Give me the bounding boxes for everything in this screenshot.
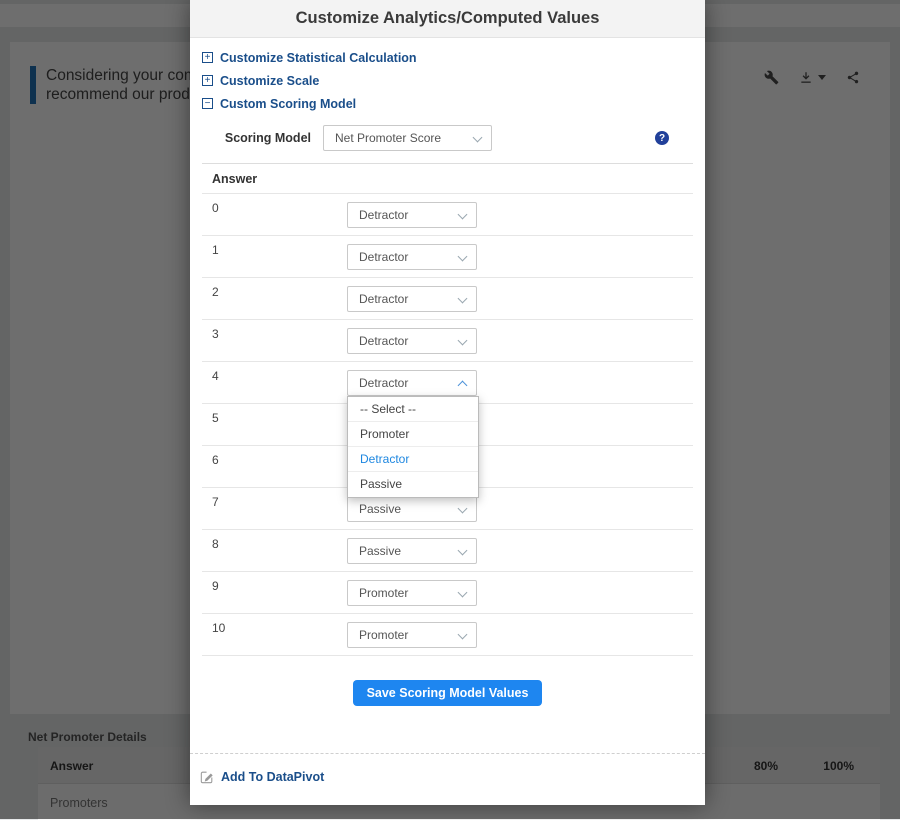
modal-body: Customize Statistical Calculation Custom… (190, 38, 705, 753)
score-select-9[interactable]: Promoter (347, 580, 477, 606)
score-select-2[interactable]: Detractor (347, 286, 477, 312)
score-select-0[interactable]: Detractor (347, 202, 477, 228)
customize-analytics-modal: Customize Analytics/Computed Values Cust… (190, 0, 705, 805)
chevron-down-icon (458, 588, 468, 598)
section-customize-scale[interactable]: Customize Scale (202, 69, 693, 92)
chevron-down-icon (458, 546, 468, 556)
select-value: Passive (359, 502, 401, 516)
answer-number: 5 (212, 411, 219, 425)
section-customize-statistical-calculation[interactable]: Customize Statistical Calculation (202, 46, 693, 69)
chevron-down-icon (458, 294, 468, 304)
answer-number: 10 (212, 621, 225, 635)
chevron-down-icon (458, 630, 468, 640)
option-promoter[interactable]: Promoter (348, 422, 478, 447)
modal-title: Customize Analytics/Computed Values (296, 9, 600, 28)
add-to-datapivot-label: Add To DataPivot (221, 770, 324, 784)
chevron-up-icon (458, 381, 468, 391)
chevron-down-icon (473, 133, 483, 143)
chevron-down-icon (458, 336, 468, 346)
answer-row-9: 9 Promoter (202, 572, 693, 614)
modal-footer: Add To DataPivot (190, 753, 705, 805)
chevron-down-icon (458, 210, 468, 220)
score-select-10[interactable]: Promoter (347, 622, 477, 648)
score-select-8[interactable]: Passive (347, 538, 477, 564)
section-custom-scoring-model[interactable]: Custom Scoring Model (202, 92, 693, 115)
minus-square-icon (202, 98, 213, 109)
score-select-3[interactable]: Detractor (347, 328, 477, 354)
help-icon[interactable]: ? (655, 131, 669, 145)
save-scoring-model-button[interactable]: Save Scoring Model Values (353, 680, 543, 706)
edit-pencil-icon (200, 770, 214, 784)
section-label: Customize Scale (220, 74, 319, 88)
select-value: Detractor (359, 208, 408, 222)
answer-row-10: 10 Promoter (202, 614, 693, 656)
answer-row-0: 0 Detractor (202, 194, 693, 236)
add-to-datapivot-link[interactable]: Add To DataPivot (200, 770, 324, 784)
answer-number: 6 (212, 453, 219, 467)
answer-rows: 0 Detractor 1 Detractor 2 Detractor (202, 194, 693, 656)
option-passive[interactable]: Passive (348, 472, 478, 497)
section-label: Customize Statistical Calculation (220, 51, 417, 65)
answer-column-header: Answer (202, 163, 693, 194)
select-value: Promoter (359, 586, 408, 600)
answer-row-8: 8 Passive (202, 530, 693, 572)
score-select-4-open[interactable]: Detractor (347, 370, 477, 396)
answer-number: 9 (212, 579, 219, 593)
score-select-1[interactable]: Detractor (347, 244, 477, 270)
section-label: Custom Scoring Model (220, 97, 356, 111)
select-value: Passive (359, 544, 401, 558)
select-value: Detractor (359, 292, 408, 306)
chevron-down-icon (458, 252, 468, 262)
answer-number: 0 (212, 201, 219, 215)
score-select-4-options: -- Select -- Promoter Detractor Passive (347, 396, 479, 498)
score-select-7[interactable]: Passive (347, 496, 477, 522)
answer-number: 7 (212, 495, 219, 509)
scoring-model-row: Scoring Model Net Promoter Score ? (202, 125, 693, 151)
answer-number: 2 (212, 285, 219, 299)
select-value: Promoter (359, 628, 408, 642)
plus-square-icon (202, 75, 213, 86)
answer-number: 8 (212, 537, 219, 551)
answer-row-4: 4 Detractor -- Select -- Promoter Detrac… (202, 362, 693, 404)
modal-header: Customize Analytics/Computed Values (190, 0, 705, 38)
plus-square-icon (202, 52, 213, 63)
scoring-model-value: Net Promoter Score (335, 131, 441, 145)
select-value: Detractor (359, 334, 408, 348)
answer-row-2: 2 Detractor (202, 278, 693, 320)
chevron-down-icon (458, 504, 468, 514)
answer-number: 4 (212, 369, 219, 383)
select-value: Detractor (359, 250, 408, 264)
select-value: Detractor (359, 376, 408, 390)
scoring-model-select[interactable]: Net Promoter Score (323, 125, 492, 151)
option-detractor-highlighted[interactable]: Detractor (348, 447, 478, 472)
option-select-placeholder[interactable]: -- Select -- (348, 397, 478, 422)
answer-row-1: 1 Detractor (202, 236, 693, 278)
answer-number: 1 (212, 243, 219, 257)
answer-number: 3 (212, 327, 219, 341)
scoring-model-label: Scoring Model (214, 131, 311, 145)
answer-row-3: 3 Detractor (202, 320, 693, 362)
